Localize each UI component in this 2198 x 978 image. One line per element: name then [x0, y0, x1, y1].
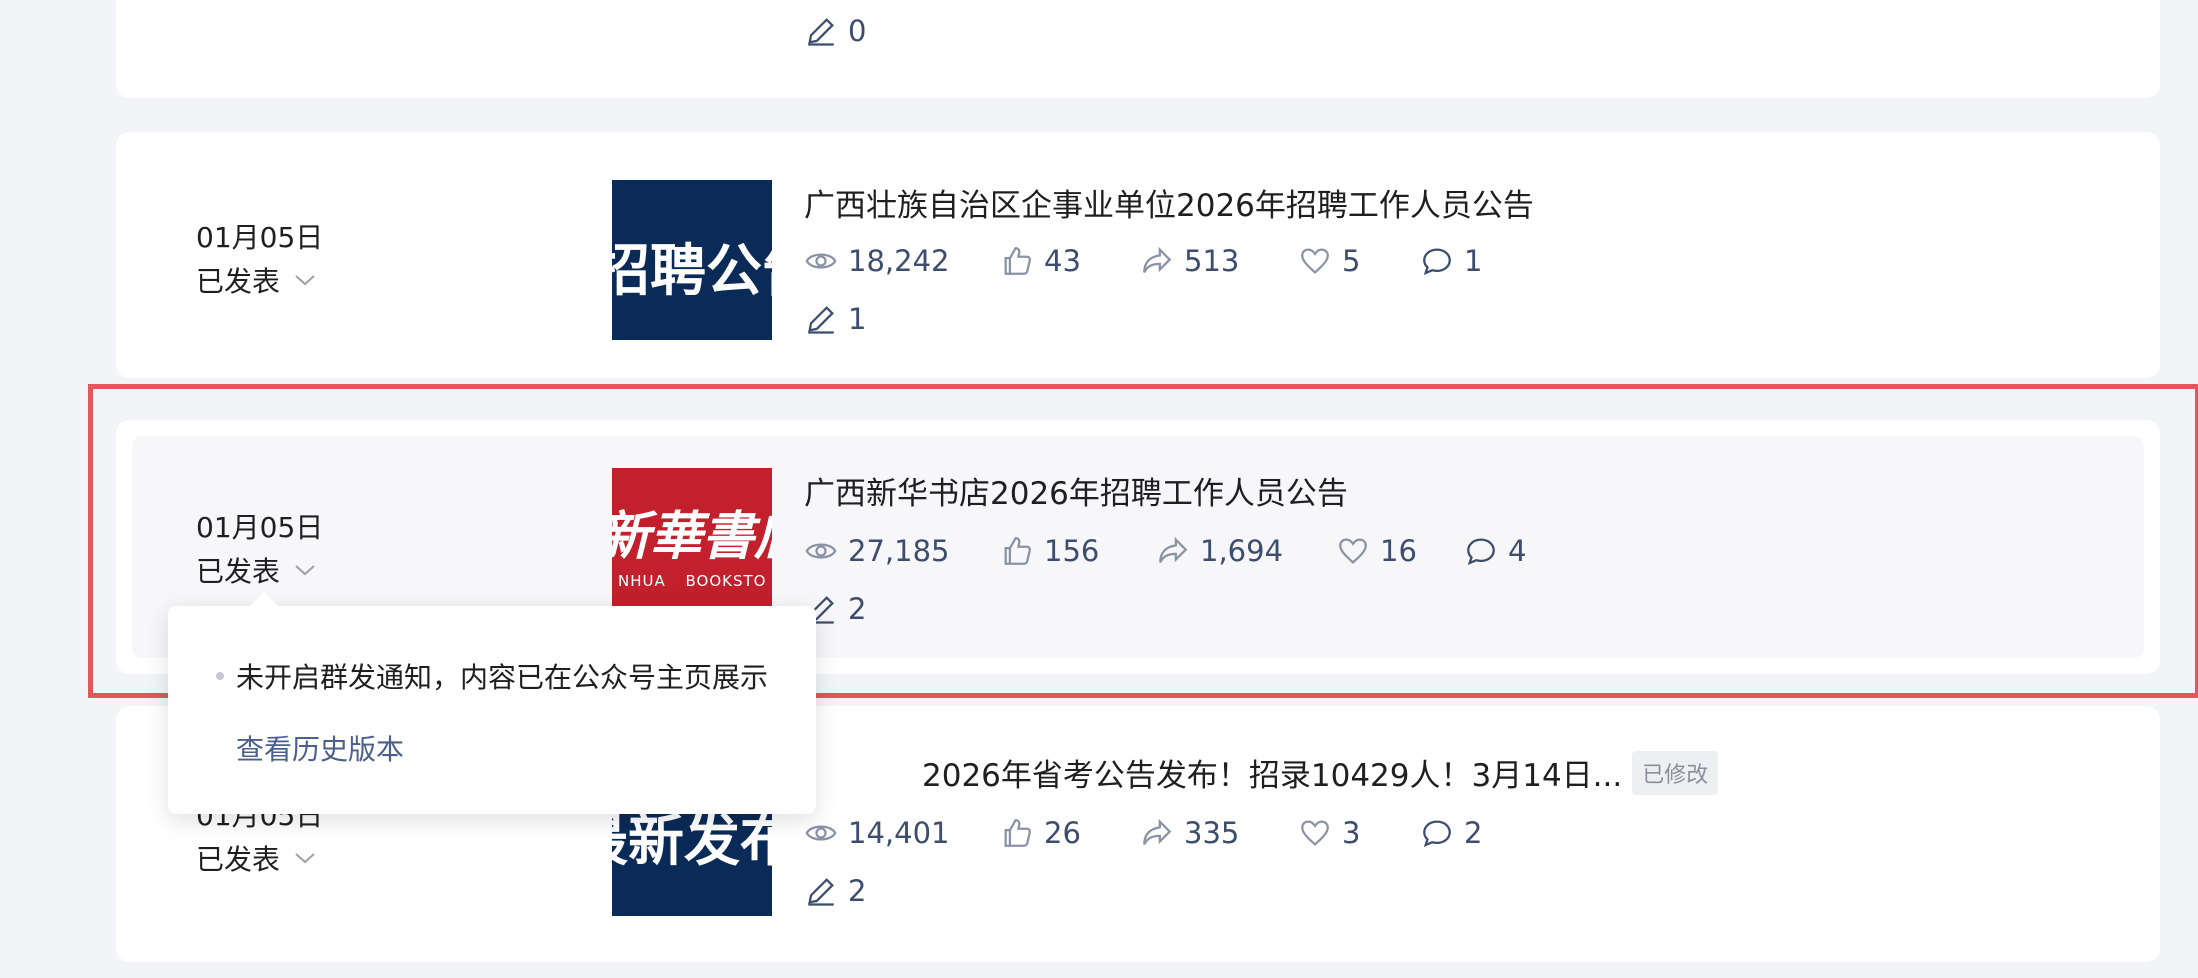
share-arrow-icon — [1143, 246, 1172, 273]
thumbs-up-icon — [1004, 247, 1031, 275]
bullet-dot — [216, 672, 224, 680]
status-dropdown[interactable]: 已发表 — [196, 838, 318, 878]
pencil-icon — [808, 878, 834, 906]
edit-value: 2 — [848, 874, 867, 908]
comment-icon — [1423, 248, 1451, 276]
thumbs-up-icon — [1004, 537, 1031, 565]
views-stat: 27,185 — [804, 534, 1000, 568]
post-title[interactable]: 广西新华书店2026年招聘工作人员公告 — [804, 468, 1348, 513]
heart-icon — [1301, 820, 1329, 846]
status-label: 已发表 — [196, 843, 281, 876]
comments-stat: 4 — [1464, 534, 1526, 568]
status-popover: 未开启群发通知，内容已在公众号主页展示 查看历史版本 — [168, 591, 816, 814]
status-dropdown[interactable]: 已发表 — [196, 550, 318, 590]
post-date: 01月05日 — [196, 221, 324, 254]
thumbnail-subtext: NHUA BOOKSTO — [618, 572, 767, 590]
post-title[interactable]: 2026年省考公告发布！招录10429人！3月14日... 已修改 — [922, 750, 1719, 795]
thumbnail-text: 招聘公告 — [612, 238, 772, 304]
views-stat: 18,242 — [804, 244, 1000, 278]
favorites-stat: 3 — [1298, 816, 1420, 850]
modified-badge: 已修改 — [1632, 750, 1719, 795]
thumbs-up-icon — [1004, 819, 1031, 847]
edit-value: 1 — [848, 302, 867, 336]
status-label: 已发表 — [196, 555, 281, 588]
post-card: 01月05日 已发表 招聘公告 广西壮族自治区企事业单位2026年招聘工作人员公… — [116, 132, 2160, 378]
edit-value: 0 — [848, 14, 867, 48]
shares-stat: 513 — [1140, 244, 1298, 278]
eye-icon — [805, 543, 837, 559]
share-arrow-icon — [1143, 818, 1172, 845]
thumbnail-text: 新華書店 — [612, 506, 772, 567]
view-history-link[interactable]: 查看历史版本 — [236, 728, 404, 768]
edit-value: 2 — [848, 592, 867, 626]
edit-count: 0 — [804, 14, 866, 48]
pencil-icon — [808, 306, 834, 334]
favorites-stat: 16 — [1336, 534, 1464, 568]
post-stats: 27,185 156 1,694 16 4 — [804, 534, 1526, 568]
likes-stat: 156 — [1000, 534, 1156, 568]
likes-stat: 43 — [1000, 244, 1140, 278]
comments-stat: 1 — [1420, 244, 1482, 278]
post-stats: 18,242 43 513 5 1 — [804, 244, 1482, 278]
post-title-text: 广西新华书店2026年招聘工作人员公告 — [804, 476, 1348, 512]
comments-stat: 2 — [1420, 816, 1482, 850]
chevron-down-icon — [295, 565, 315, 576]
post-date: 01月05日 — [196, 511, 324, 544]
chevron-down-icon — [295, 853, 315, 864]
shares-stat: 335 — [1140, 816, 1298, 850]
comment-icon — [1467, 538, 1495, 566]
share-arrow-icon — [1159, 536, 1188, 563]
status-dropdown[interactable]: 已发表 — [196, 260, 318, 300]
status-label: 已发表 — [196, 265, 281, 298]
likes-stat: 26 — [1000, 816, 1140, 850]
post-title[interactable]: 广西壮族自治区企事业单位2026年招聘工作人员公告 — [804, 180, 1534, 225]
post-stats: 14,401 26 335 3 2 — [804, 816, 1482, 850]
eye-icon — [805, 825, 837, 841]
post-card: 0 — [116, 0, 2160, 98]
eye-icon — [805, 253, 837, 269]
post-thumbnail[interactable]: 招聘公告 — [612, 180, 772, 340]
shares-stat: 1,694 — [1156, 534, 1336, 568]
edit-count: 2 — [804, 874, 866, 908]
post-thumbnail[interactable]: 新華書店 NHUA BOOKSTO — [612, 468, 772, 628]
views-stat: 14,401 — [804, 816, 1000, 850]
comment-icon — [1423, 820, 1451, 848]
favorites-stat: 5 — [1298, 244, 1420, 278]
heart-icon — [1339, 538, 1367, 564]
heart-icon — [1301, 248, 1329, 274]
popover-note: 未开启群发通知，内容已在公众号主页展示 — [236, 661, 769, 694]
edit-count: 1 — [804, 302, 866, 336]
chevron-down-icon — [295, 275, 315, 286]
post-title-text: 2026年省考公告发布！招录10429人！3月14日... — [922, 758, 1623, 794]
post-title-text: 广西壮族自治区企事业单位2026年招聘工作人员公告 — [804, 188, 1534, 224]
pencil-icon — [808, 18, 834, 46]
